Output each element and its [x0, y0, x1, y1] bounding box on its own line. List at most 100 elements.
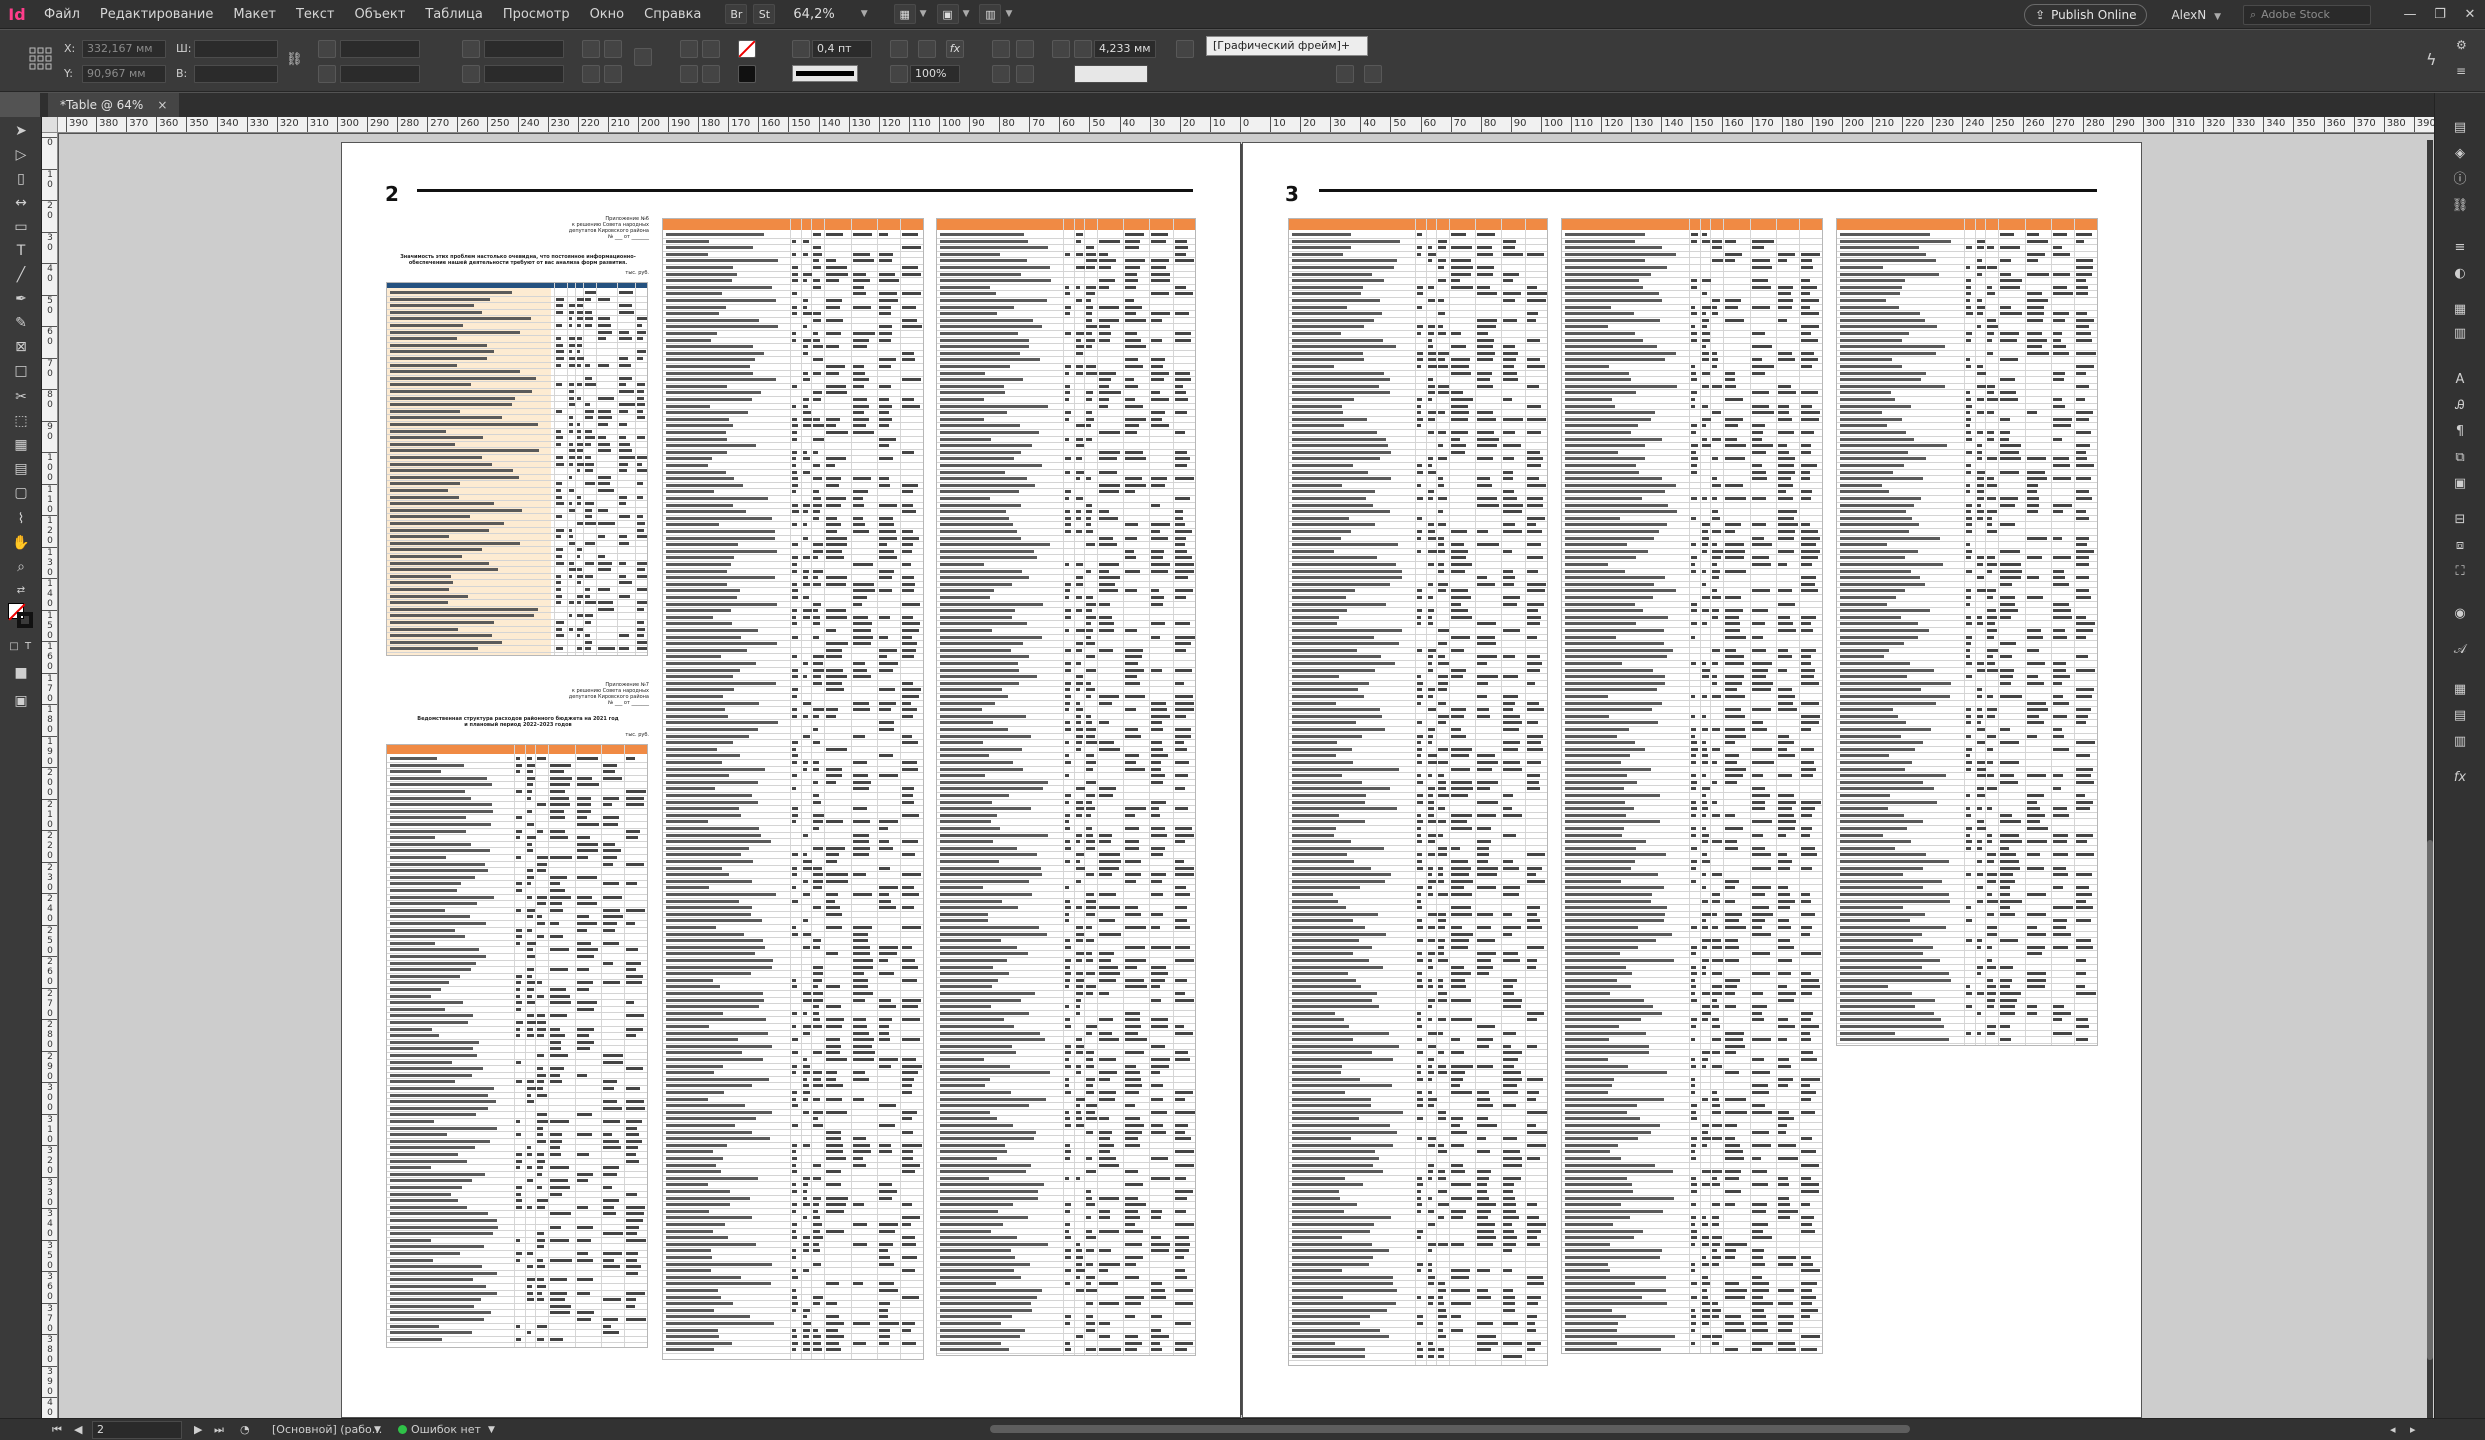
fill-swatch-icon[interactable]	[738, 40, 756, 58]
stroke-swatch[interactable]	[17, 612, 33, 628]
offset-field[interactable]: 4,233 мм	[1094, 40, 1156, 58]
selection-tool-icon[interactable]: ➤	[11, 121, 31, 141]
rotate-cw-icon[interactable]	[582, 40, 600, 58]
user-account[interactable]: AlexN ▼	[2171, 8, 2221, 22]
height-field[interactable]	[194, 65, 278, 83]
view-options-icon[interactable]: ▦	[893, 4, 916, 24]
note-tool-icon[interactable]: ▢	[11, 483, 31, 503]
quick-apply-icon[interactable]	[1364, 65, 1382, 83]
stroke-type-preview[interactable]	[792, 65, 858, 82]
menu-item[interactable]: Объект	[345, 0, 416, 29]
menu-item[interactable]: Таблица	[415, 0, 493, 29]
menu-item[interactable]: Окно	[580, 0, 635, 29]
page2-table-col2[interactable]	[662, 218, 924, 1360]
stock-button[interactable]: St	[753, 4, 776, 24]
rotate-field[interactable]	[484, 40, 564, 58]
menu-item[interactable]: Редактирование	[90, 0, 223, 29]
appendix-6-table[interactable]	[386, 282, 648, 656]
constrain-proportions-icon[interactable]: ⛓	[286, 52, 304, 70]
rectangle-frame-tool-icon[interactable]: ⊠	[11, 337, 31, 357]
vertical-ruler[interactable]: 01 02 03 04 05 06 07 08 09 01 0 01 1 01 …	[42, 133, 58, 1418]
chevron-down-icon[interactable]: ▼	[963, 9, 970, 19]
chevron-down-icon[interactable]: ▼	[920, 9, 927, 19]
color-field[interactable]	[1074, 65, 1148, 83]
close-window-button[interactable]: ✕	[2455, 7, 2485, 22]
screen-mode-tool-icon[interactable]: ▣	[11, 691, 31, 711]
effects-icon[interactable]	[918, 40, 936, 58]
menu-item[interactable]: Просмотр	[493, 0, 580, 29]
gradient-swatch-tool-icon[interactable]: ▦	[11, 435, 31, 455]
free-transform-tool-icon[interactable]: ⬚	[11, 411, 31, 431]
stroke-swatch-icon[interactable]	[738, 65, 756, 83]
gear-icon[interactable]: ⚙	[2456, 38, 2474, 56]
menu-item[interactable]: Справка	[634, 0, 711, 29]
opacity-field[interactable]: 100%	[910, 65, 960, 83]
flip-vertical-icon[interactable]	[604, 65, 622, 83]
bridge-button[interactable]: Br	[725, 4, 748, 24]
menu-item[interactable]: Текст	[286, 0, 345, 29]
auto-fit-icon[interactable]	[1052, 40, 1070, 58]
text-wrap-icon[interactable]	[992, 40, 1010, 58]
width-field[interactable]	[194, 40, 278, 58]
eyedropper-tool-icon[interactable]: ⌇	[11, 509, 31, 529]
close-tab-icon[interactable]: ×	[157, 93, 167, 117]
page-tool-icon[interactable]: ▯	[11, 169, 31, 189]
stroke-weight-field[interactable]: 0,4 пт	[812, 40, 872, 58]
restore-button[interactable]: ❐	[2425, 7, 2455, 22]
ruler-origin[interactable]	[42, 117, 58, 133]
object-style-icon[interactable]	[1176, 40, 1194, 58]
x-field[interactable]: 332,167 мм	[82, 40, 166, 58]
zoom-tool-icon[interactable]: ⌕	[11, 557, 31, 577]
lightning-icon[interactable]: ϟ	[2426, 50, 2444, 69]
publish-online-button[interactable]: ⇪ Publish Online	[2024, 3, 2148, 26]
menu-item[interactable]: Файл	[34, 0, 90, 29]
formatting-text-icon[interactable]: T	[18, 637, 38, 657]
hand-tool-icon[interactable]: ✋	[11, 533, 31, 553]
pencil-tool-icon[interactable]: ✎	[11, 313, 31, 333]
page2-table-col3[interactable]	[936, 218, 1196, 1356]
rotate-ccw-icon[interactable]	[604, 40, 622, 58]
direct-selection-tool-icon[interactable]: ▷	[11, 145, 31, 165]
select-previous-icon[interactable]	[680, 65, 698, 83]
distribute-icon[interactable]	[1016, 65, 1034, 83]
path-icon[interactable]	[634, 48, 652, 66]
reference-point-icon[interactable]	[28, 46, 54, 72]
apply-color-icon[interactable]: ■	[11, 663, 31, 683]
object-style-select[interactable]: [Графический фрейм]+	[1206, 36, 1368, 56]
minimize-button[interactable]: —	[2395, 7, 2425, 22]
fx-icon[interactable]: fx	[946, 40, 964, 58]
shear-field[interactable]	[484, 65, 564, 83]
drop-shadow-icon[interactable]	[890, 40, 908, 58]
select-next-icon[interactable]	[702, 65, 720, 83]
fill-stroke-swatch[interactable]	[8, 603, 34, 629]
scissors-tool-icon[interactable]: ✂	[11, 387, 31, 407]
pasteboard[interactable]: 2 3 Приложение №6 к решению Совета народ…	[59, 134, 2434, 1418]
panel-menu-icon[interactable]: ≡	[2456, 64, 2474, 82]
pen-tool-icon[interactable]: ✒	[11, 289, 31, 309]
rectangle-tool-icon[interactable]: □	[11, 361, 31, 381]
appendix-7-table[interactable]	[386, 744, 648, 1348]
zoom-level[interactable]: 64,2%	[793, 7, 834, 22]
line-tool-icon[interactable]: ╱	[11, 265, 31, 285]
zoom-dropdown-icon[interactable]: ▼	[861, 9, 868, 19]
chevron-down-icon[interactable]: ▼	[1005, 9, 1012, 19]
content-collector-icon[interactable]: ▭	[11, 217, 31, 237]
horizontal-ruler[interactable]: 390 380 370 360 350 340 330 320 310 300 290 280 270 2…	[58, 117, 2434, 133]
align-icon[interactable]	[992, 65, 1010, 83]
y-field[interactable]: 90,967 мм	[82, 65, 166, 83]
menu-item[interactable]: Макет	[223, 0, 286, 29]
type-tool-icon[interactable]: T	[11, 241, 31, 261]
screen-mode-icon[interactable]: ▣	[936, 4, 959, 24]
select-container-icon[interactable]	[680, 40, 698, 58]
swap-fill-stroke-icon[interactable]: ⇄	[11, 581, 31, 601]
scale-y-field[interactable]	[340, 65, 420, 83]
adobe-stock-search[interactable]: ⌕ Adobe Stock	[2243, 4, 2371, 25]
arrange-documents-icon[interactable]: ▥	[979, 4, 1002, 24]
clear-overrides-icon[interactable]	[1336, 65, 1354, 83]
gap-tool-icon[interactable]: ↔	[11, 193, 31, 213]
flip-horizontal-icon[interactable]	[582, 65, 600, 83]
page3-table-col1[interactable]	[1288, 218, 1548, 1366]
text-wrap-alt-icon[interactable]	[1016, 40, 1034, 58]
select-content-icon[interactable]	[702, 40, 720, 58]
tab-document-table[interactable]: *Table @ 64% ×	[48, 93, 180, 117]
